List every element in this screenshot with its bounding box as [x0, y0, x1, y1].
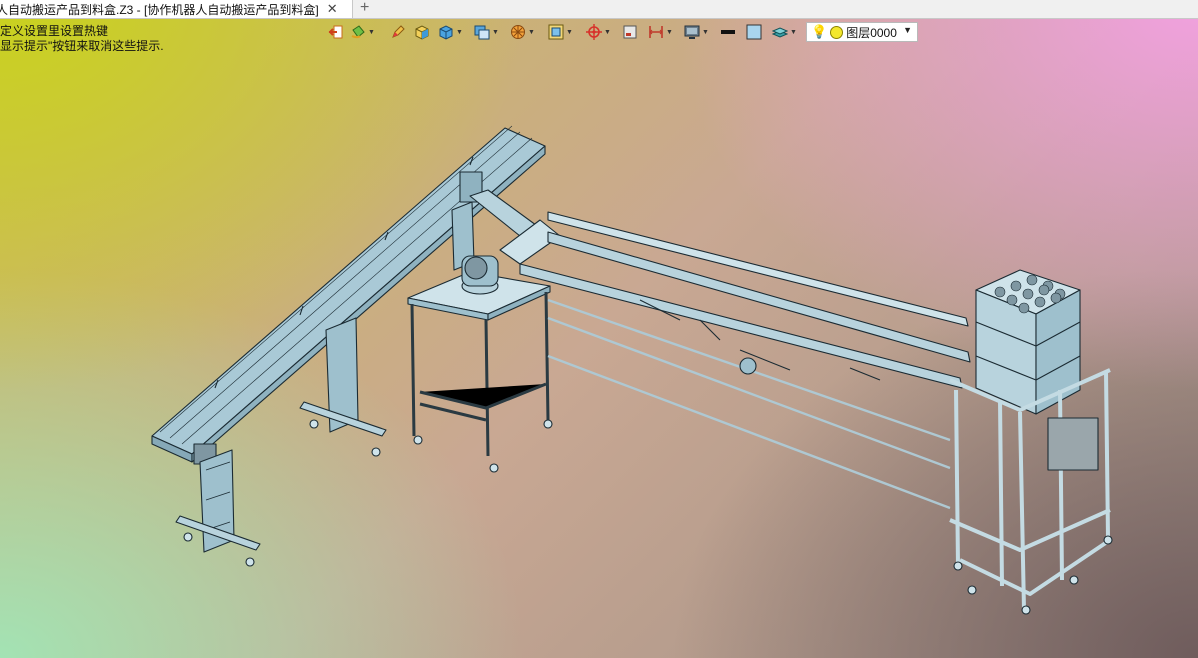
layer-name: 图层0000: [846, 25, 897, 40]
robot-arm-rails: [469, 189, 971, 510]
cad-model[interactable]: [0, 0, 1198, 658]
hint-text: 定义设置里设置热键 显示提示"按钮来取消这些提示.: [0, 24, 164, 54]
document-tab[interactable]: 人自动搬运产品到料盒.Z3 - [协作机器人自动搬运产品到料盒] ✕: [0, 0, 353, 18]
layer-status-dot: [830, 25, 844, 39]
chevron-down-icon[interactable]: ▼: [903, 25, 912, 35]
close-icon[interactable]: ✕: [327, 1, 338, 17]
layer-select[interactable]: 💡 图层0000 ▼: [806, 22, 918, 42]
robot-table: [407, 255, 553, 473]
new-tab-button[interactable]: +: [360, 0, 369, 17]
document-tab-bar: 人自动搬运产品到料盒.Z3 - [协作机器人自动搬运产品到料盒] ✕ +: [0, 0, 1198, 19]
frame-with-box: [949, 269, 1113, 615]
hint-line-1: 定义设置里设置热键: [0, 24, 109, 38]
document-tab-title: 人自动搬运产品到料盒.Z3 - [协作机器人自动搬运产品到料盒]: [0, 2, 319, 17]
hint-line-2: 显示提示"按钮来取消这些提示.: [0, 39, 164, 53]
bulb-icon[interactable]: 💡: [811, 24, 827, 40]
